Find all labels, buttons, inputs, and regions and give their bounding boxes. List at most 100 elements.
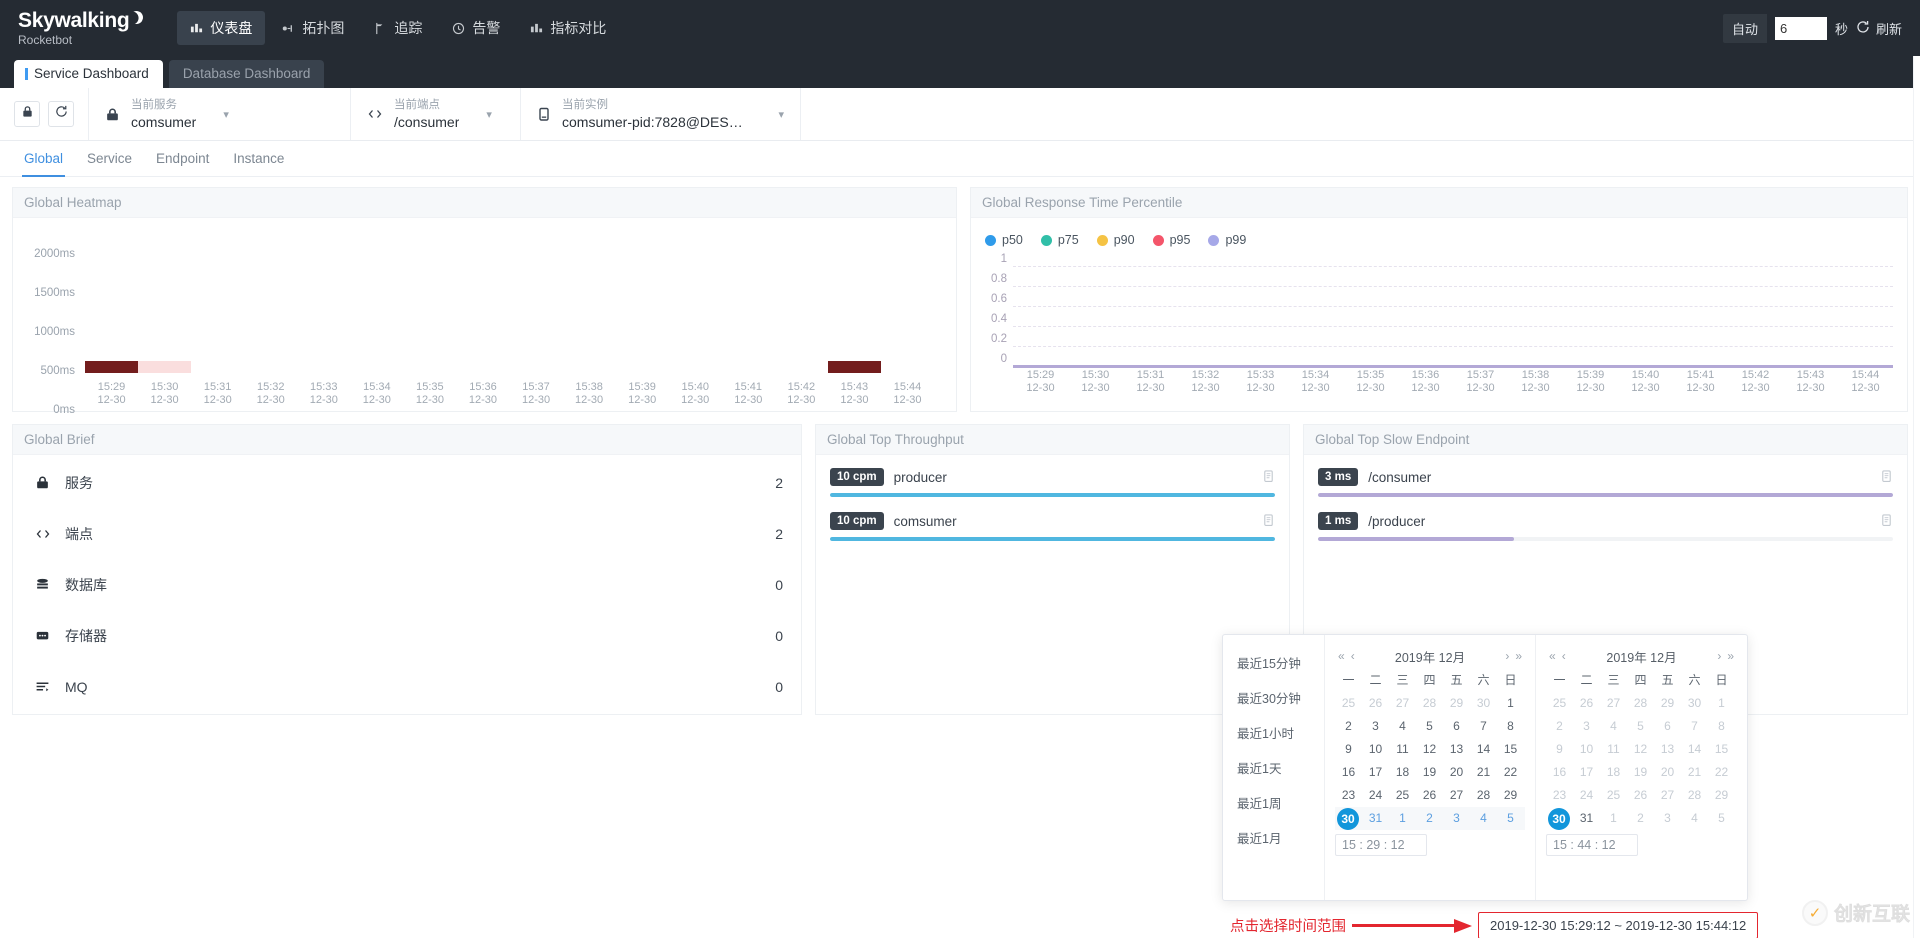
prev-year-icon[interactable]: « bbox=[1335, 649, 1348, 663]
day-cell[interactable]: 27 bbox=[1600, 692, 1627, 715]
tab-service-dashboard[interactable]: Service Dashboard bbox=[14, 60, 163, 88]
day-cell[interactable]: 25 bbox=[1389, 784, 1416, 807]
day-cell[interactable]: 6 bbox=[1654, 715, 1681, 738]
current-endpoint-selector[interactable]: 当前端点 /consumer ▾ bbox=[350, 88, 520, 140]
day-cell[interactable]: 16 bbox=[1335, 761, 1362, 784]
day-cell[interactable]: 29 bbox=[1443, 692, 1470, 715]
day-cell[interactable]: 27 bbox=[1654, 784, 1681, 807]
day-cell[interactable]: 5 bbox=[1708, 807, 1735, 830]
day-cell[interactable]: 4 bbox=[1681, 807, 1708, 830]
next-month-icon[interactable]: › bbox=[1714, 649, 1724, 663]
day-cell[interactable]: 3 bbox=[1443, 807, 1470, 830]
day-cell[interactable]: 6 bbox=[1443, 715, 1470, 738]
current-instance-selector[interactable]: 当前实例 comsumer-pid:7828@DESKTO... ▾ bbox=[520, 88, 800, 140]
auto-refresh-button[interactable]: 自动 bbox=[1722, 13, 1767, 43]
day-cell[interactable]: 3 bbox=[1573, 715, 1600, 738]
day-cell[interactable]: 24 bbox=[1573, 784, 1600, 807]
day-cell[interactable]: 8 bbox=[1708, 715, 1735, 738]
day-cell[interactable]: 26 bbox=[1416, 784, 1443, 807]
day-cell[interactable]: 27 bbox=[1443, 784, 1470, 807]
day-cell[interactable]: 20 bbox=[1654, 761, 1681, 784]
throughput-row-comsumer[interactable]: 10 cpm comsumer bbox=[816, 503, 1289, 547]
start-time-input[interactable]: 15 : 29 : 12 bbox=[1335, 834, 1427, 856]
day-cell[interactable]: 31 bbox=[1362, 807, 1389, 830]
end-time-input[interactable]: 15 : 44 : 12 bbox=[1546, 834, 1638, 856]
day-cell[interactable]: 3 bbox=[1362, 715, 1389, 738]
scope-tab-endpoint[interactable]: Endpoint bbox=[144, 141, 221, 177]
day-cell[interactable]: 19 bbox=[1627, 761, 1654, 784]
scope-tab-service[interactable]: Service bbox=[75, 141, 144, 177]
date-range-picker[interactable]: 最近15分钟 最近30分钟 最近1小时 最近1天 最近1周 最近1月 « ‹ 2… bbox=[1222, 634, 1748, 901]
lock-button[interactable] bbox=[14, 101, 40, 127]
refresh-interval-input[interactable] bbox=[1774, 16, 1827, 40]
day-cell[interactable]: 30 bbox=[1681, 692, 1708, 715]
next-month-icon[interactable]: › bbox=[1502, 649, 1512, 663]
day-cell-selected[interactable]: 30 bbox=[1546, 807, 1573, 830]
day-cell[interactable]: 5 bbox=[1416, 715, 1443, 738]
day-cell[interactable]: 20 bbox=[1443, 761, 1470, 784]
day-cell[interactable]: 7 bbox=[1681, 715, 1708, 738]
day-cell[interactable]: 5 bbox=[1627, 715, 1654, 738]
day-cell-selected[interactable]: 30 bbox=[1335, 807, 1362, 830]
day-cell[interactable]: 26 bbox=[1573, 692, 1600, 715]
day-cell[interactable]: 17 bbox=[1573, 761, 1600, 784]
tab-database-dashboard[interactable]: Database Dashboard bbox=[168, 60, 325, 88]
copy-icon[interactable] bbox=[1880, 469, 1893, 486]
copy-icon[interactable] bbox=[1880, 513, 1893, 530]
day-cell[interactable]: 21 bbox=[1470, 761, 1497, 784]
day-cell[interactable]: 13 bbox=[1654, 738, 1681, 761]
current-service-selector[interactable]: 当前服务 comsumer ▾ bbox=[88, 88, 350, 140]
legend-item-p50[interactable]: p50 bbox=[985, 233, 1023, 247]
day-cell[interactable]: 25 bbox=[1546, 692, 1573, 715]
day-cell[interactable]: 8 bbox=[1497, 715, 1524, 738]
day-cell[interactable]: 23 bbox=[1335, 784, 1362, 807]
shortcut-last-1-month[interactable]: 最近1月 bbox=[1223, 820, 1324, 855]
copy-icon[interactable] bbox=[1262, 469, 1275, 486]
day-cell[interactable]: 27 bbox=[1389, 692, 1416, 715]
day-cell[interactable]: 15 bbox=[1708, 738, 1735, 761]
throughput-row-producer[interactable]: 10 cpm producer bbox=[816, 459, 1289, 503]
scope-tab-instance[interactable]: Instance bbox=[221, 141, 296, 177]
nav-item-trace[interactable]: 追踪 bbox=[361, 11, 435, 45]
day-cell[interactable]: 18 bbox=[1600, 761, 1627, 784]
day-cell[interactable]: 29 bbox=[1654, 692, 1681, 715]
day-cell[interactable]: 14 bbox=[1470, 738, 1497, 761]
day-cell[interactable]: 7 bbox=[1470, 715, 1497, 738]
shortcut-last-1-week[interactable]: 最近1周 bbox=[1223, 785, 1324, 820]
day-cell[interactable]: 22 bbox=[1497, 761, 1524, 784]
nav-item-topology[interactable]: 拓扑图 bbox=[269, 11, 357, 45]
slow-row-consumer[interactable]: 3 ms /consumer bbox=[1304, 459, 1907, 503]
day-cell[interactable]: 15 bbox=[1497, 738, 1524, 761]
legend-item-p99[interactable]: p99 bbox=[1208, 233, 1246, 247]
day-cell[interactable]: 10 bbox=[1362, 738, 1389, 761]
prev-month-icon[interactable]: ‹ bbox=[1348, 649, 1358, 663]
day-cell[interactable]: 2 bbox=[1546, 715, 1573, 738]
legend-item-p90[interactable]: p90 bbox=[1096, 233, 1135, 247]
day-cell[interactable]: 31 bbox=[1573, 807, 1600, 830]
day-cell[interactable]: 29 bbox=[1497, 784, 1524, 807]
shortcut-last-30-min[interactable]: 最近30分钟 bbox=[1223, 680, 1324, 715]
day-cell[interactable]: 4 bbox=[1389, 715, 1416, 738]
day-cell[interactable]: 16 bbox=[1546, 761, 1573, 784]
day-cell[interactable]: 11 bbox=[1600, 738, 1627, 761]
day-cell[interactable]: 19 bbox=[1416, 761, 1443, 784]
day-cell[interactable]: 28 bbox=[1470, 784, 1497, 807]
day-cell[interactable]: 28 bbox=[1416, 692, 1443, 715]
day-cell[interactable]: 14 bbox=[1681, 738, 1708, 761]
day-cell[interactable]: 26 bbox=[1627, 784, 1654, 807]
day-cell[interactable]: 10 bbox=[1573, 738, 1600, 761]
shortcut-last-15-min[interactable]: 最近15分钟 bbox=[1223, 645, 1324, 680]
time-range-input[interactable]: 2019-12-30 15:29:12 ~ 2019-12-30 15:44:1… bbox=[1478, 912, 1759, 938]
day-cell[interactable]: 22 bbox=[1708, 761, 1735, 784]
day-cell[interactable]: 2 bbox=[1416, 807, 1443, 830]
day-cell[interactable]: 13 bbox=[1443, 738, 1470, 761]
day-cell[interactable]: 26 bbox=[1362, 692, 1389, 715]
scope-tab-global[interactable]: Global bbox=[12, 141, 75, 177]
next-year-icon[interactable]: » bbox=[1724, 649, 1737, 663]
day-cell[interactable]: 11 bbox=[1389, 738, 1416, 761]
day-cell[interactable]: 1 bbox=[1497, 692, 1524, 715]
day-cell[interactable]: 24 bbox=[1362, 784, 1389, 807]
shortcut-last-1-day[interactable]: 最近1天 bbox=[1223, 750, 1324, 785]
refresh-button[interactable]: 刷新 bbox=[1856, 19, 1902, 38]
shortcut-last-1-hour[interactable]: 最近1小时 bbox=[1223, 715, 1324, 750]
